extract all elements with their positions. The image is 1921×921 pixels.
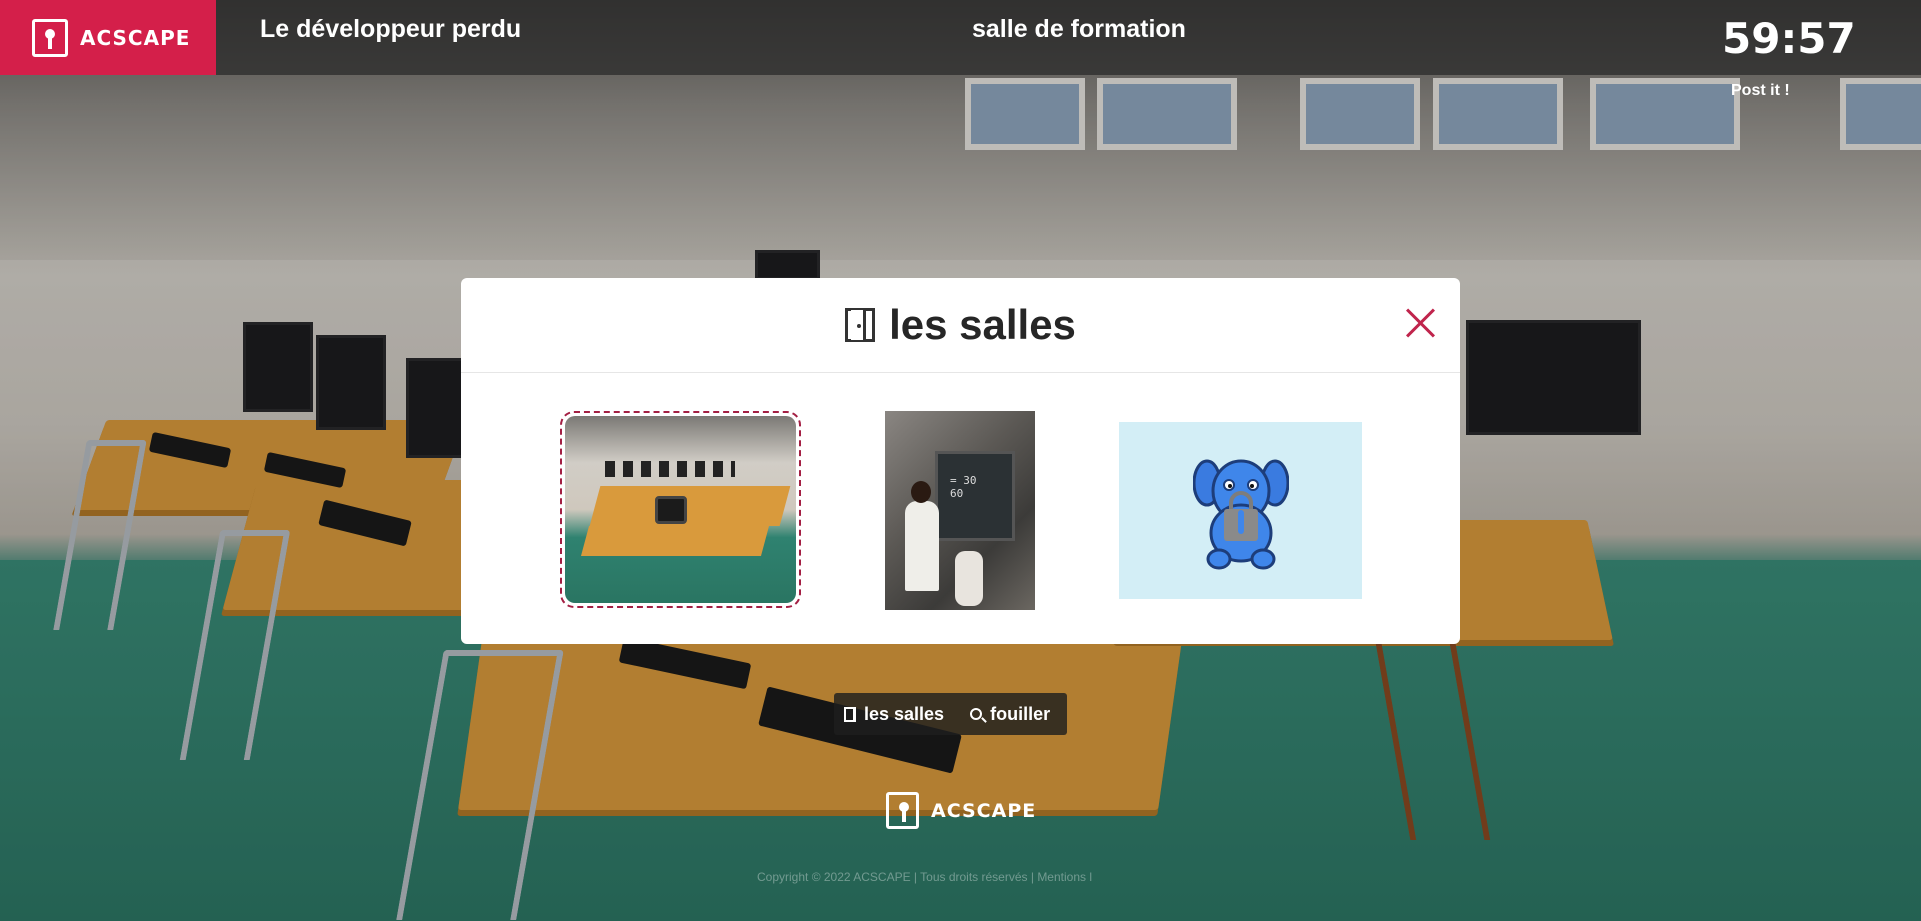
room-thumbnail-locked[interactable]	[1119, 422, 1362, 599]
door-icon	[845, 308, 876, 342]
chalk-writing: = 30 60	[950, 474, 977, 500]
top-bar: ACSCAPE Le développeur perdu salle de fo…	[0, 0, 1921, 75]
close-icon[interactable]	[1404, 306, 1438, 340]
countdown-timer: 59:57	[1722, 14, 1856, 63]
game-title: Le développeur perdu	[260, 15, 522, 43]
search-icon	[970, 708, 983, 720]
training-room-image	[565, 416, 796, 603]
room-thumbnail-blackboard[interactable]: = 30 60	[885, 411, 1035, 610]
nav-search-button[interactable]: fouiller	[970, 704, 1050, 725]
nav-rooms-button[interactable]: les salles	[844, 704, 944, 725]
person	[905, 501, 939, 591]
person-head	[911, 481, 931, 503]
keyhole-icon	[32, 18, 68, 57]
child	[955, 551, 983, 606]
blackboard: = 30 60	[935, 451, 1015, 541]
door-icon	[844, 706, 856, 722]
footer-brand-name: ACSCAPE	[931, 799, 1037, 822]
nav-rooms-label: les salles	[864, 703, 945, 724]
locked-elephant-icon	[1192, 459, 1289, 569]
footer-logo[interactable]: ACSCAPE	[886, 792, 1036, 829]
current-room-title: salle de formation	[972, 15, 1186, 43]
modal-header: les salles	[461, 278, 1460, 373]
nav-search-label: fouiller	[990, 703, 1051, 724]
modal-title: les salles	[889, 301, 1076, 348]
monitor	[655, 496, 687, 524]
monitor-row	[605, 461, 735, 477]
desk	[580, 526, 770, 556]
keyhole-icon	[886, 792, 919, 829]
copyright-text: Copyright © 2022 ACSCAPE | Tous droits r…	[757, 870, 1093, 884]
desk	[589, 486, 791, 526]
brand-logo[interactable]: ACSCAPE	[0, 0, 216, 75]
bottom-nav: les salles fouiller	[834, 693, 1068, 735]
rooms-modal: les salles = 30 60	[461, 278, 1460, 644]
brand-name: ACSCAPE	[80, 25, 191, 50]
room-thumbnail-training[interactable]	[560, 411, 801, 608]
postit-button[interactable]: Post it !	[1731, 82, 1790, 100]
